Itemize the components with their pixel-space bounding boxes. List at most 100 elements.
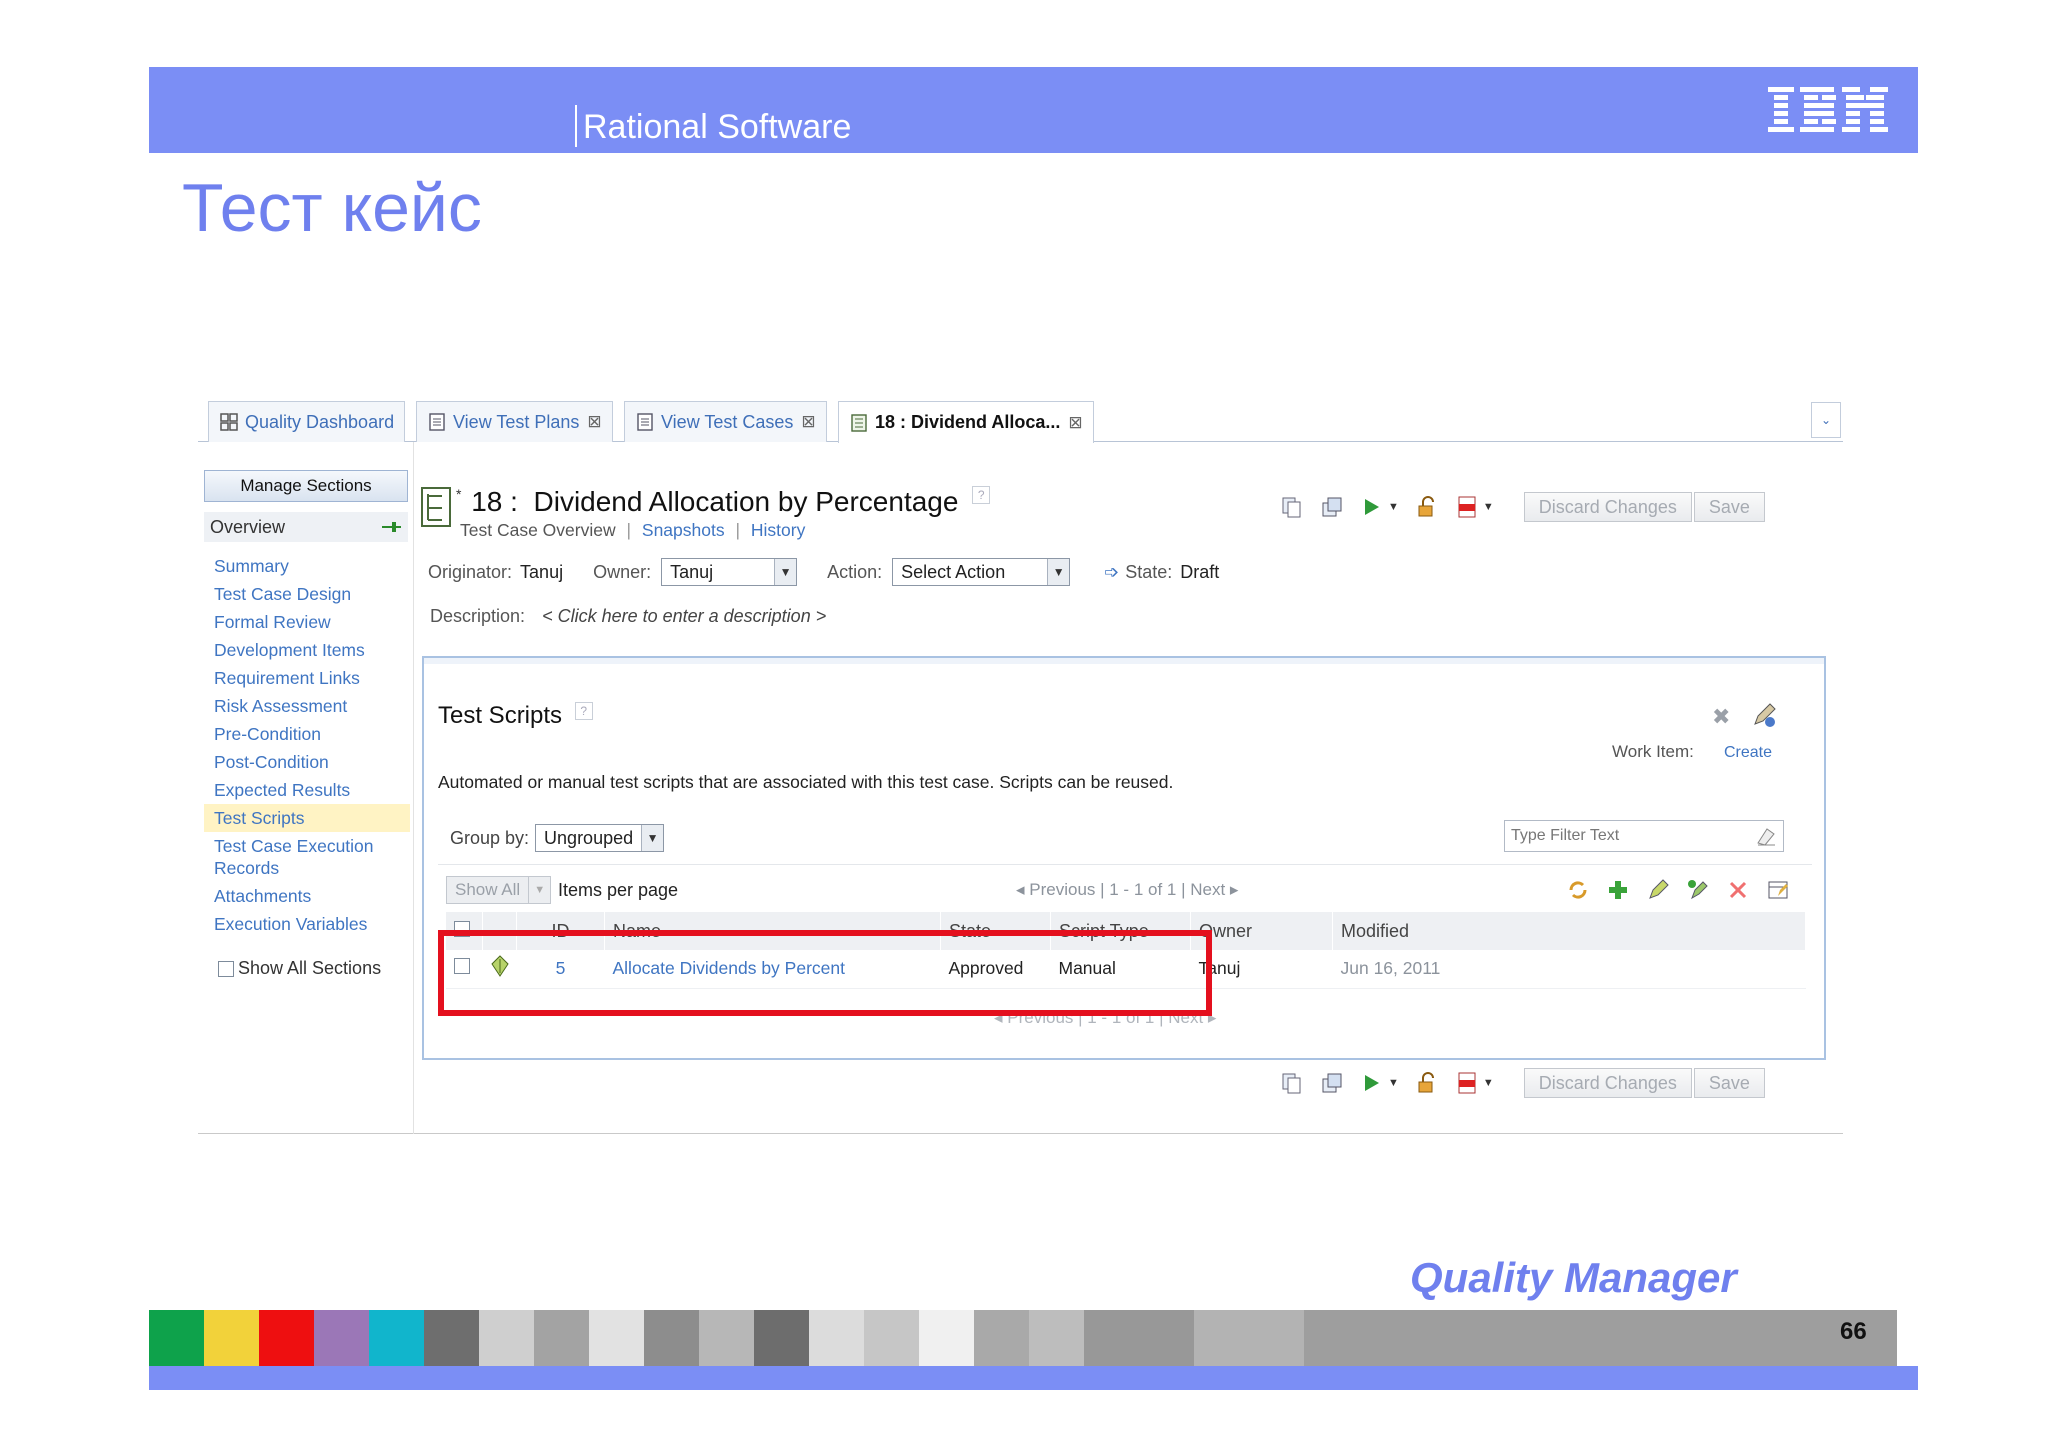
state-arrow-icon: ➩ — [1104, 561, 1120, 582]
history-link[interactable]: History — [751, 520, 805, 540]
duplicate-icon[interactable] — [1320, 495, 1344, 519]
footer-strip-segment — [1084, 1310, 1194, 1366]
description-label: Description: — [430, 606, 526, 626]
pdf-icon[interactable] — [1455, 1071, 1479, 1095]
description-row: Description: < Click here to enter a des… — [430, 606, 826, 627]
pin-icon[interactable] — [380, 519, 402, 535]
dashboard-icon — [220, 413, 238, 431]
footer-strip-segment — [754, 1310, 809, 1366]
state-label: State: — [1125, 561, 1173, 582]
state-value: Draft — [1180, 561, 1220, 582]
originator-label: Originator: — [428, 561, 513, 582]
group-by-select[interactable]: Ungrouped ▼ — [535, 824, 665, 852]
edit-pencil-icon[interactable] — [1750, 702, 1778, 730]
footer-strip-segment — [259, 1310, 314, 1366]
footer-strip-segment — [479, 1310, 534, 1366]
test-scripts-title: Test Scripts ? — [438, 702, 593, 730]
test-case-meta: Originator: Tanuj Owner: Tanuj ▼ Action: … — [428, 558, 1219, 586]
qm-window: Quality Dashboard View Test Plans ⊠ View… — [198, 400, 1843, 1134]
chevron-down-icon[interactable]: ▼ — [1388, 501, 1399, 513]
originator-value: Tanuj — [520, 561, 564, 582]
chevron-down-icon[interactable]: ▼ — [1483, 1077, 1494, 1089]
sidebar-item-development-items[interactable]: Development Items — [204, 636, 410, 664]
sidebar-item-test-case-design[interactable]: Test Case Design — [204, 580, 410, 608]
chevron-down-icon[interactable]: ▼ — [1388, 1077, 1399, 1089]
sidebar-item-execution-variables[interactable]: Execution Variables — [204, 910, 410, 938]
save-button[interactable]: Save — [1693, 1068, 1765, 1098]
help-icon[interactable]: ? — [574, 702, 593, 720]
test-case-name[interactable]: Dividend Allocation by Percentage — [534, 486, 959, 517]
footer-strip-segment — [534, 1310, 589, 1366]
tab-view-test-cases[interactable]: View Test Cases ⊠ — [624, 401, 827, 442]
sidebar-item-formal-review[interactable]: Formal Review — [204, 608, 410, 636]
run-icon[interactable] — [1360, 495, 1384, 519]
close-icon[interactable]: ⊠ — [587, 412, 601, 432]
pdf-icon[interactable] — [1455, 495, 1479, 519]
column-header-modified[interactable]: Modified — [1332, 912, 1806, 950]
close-icon[interactable]: ⊠ — [1068, 413, 1082, 433]
show-all-sections-toggle[interactable]: Show All Sections — [218, 958, 381, 979]
create-work-item-link[interactable]: Create — [1724, 744, 1772, 762]
chevron-down-icon[interactable]: ▼ — [1483, 501, 1494, 513]
add-icon[interactable] — [1606, 878, 1630, 902]
save-button[interactable]: Save — [1693, 492, 1765, 522]
sections-sidebar: Manage Sections Overview Summary Test Ca… — [198, 442, 414, 1134]
overview-header[interactable]: Overview — [204, 512, 408, 542]
footer-bar — [149, 1366, 1918, 1390]
sidebar-item-attachments[interactable]: Attachments — [204, 882, 410, 910]
discard-changes-button[interactable]: Discard Changes — [1523, 1068, 1692, 1098]
copy-icon[interactable] — [1280, 1071, 1304, 1095]
delete-icon[interactable] — [1726, 878, 1750, 902]
tab-list-menu-button[interactable]: ⌄ — [1811, 402, 1841, 438]
tab-quality-dashboard[interactable]: Quality Dashboard — [208, 401, 406, 442]
discard-changes-button[interactable]: Discard Changes — [1523, 492, 1692, 522]
sidebar-item-post-condition[interactable]: Post-Condition — [204, 748, 410, 776]
copy-icon[interactable] — [1280, 495, 1304, 519]
footer-color-strip — [149, 1310, 1918, 1366]
lock-icon[interactable] — [1415, 1071, 1439, 1095]
sidebar-item-summary[interactable]: Summary — [204, 552, 410, 580]
filter-input[interactable]: Type Filter Text — [1504, 820, 1784, 852]
lock-icon[interactable] — [1415, 495, 1439, 519]
duplicate-icon[interactable] — [1320, 1071, 1344, 1095]
chevron-down-icon: ▼ — [641, 825, 664, 851]
action-select[interactable]: Select Action ▼ — [892, 558, 1071, 586]
close-icon[interactable]: ⊠ — [801, 412, 815, 432]
show-all-sections-checkbox[interactable] — [218, 960, 234, 977]
eraser-icon[interactable] — [1755, 825, 1777, 847]
run-icon[interactable] — [1360, 1071, 1384, 1095]
description-input[interactable]: < Click here to enter a description > — [542, 606, 826, 626]
tab-label: View Test Cases — [661, 411, 794, 432]
test-scripts-description: Automated or manual test scripts that ar… — [438, 772, 1174, 792]
sidebar-item-requirement-links[interactable]: Requirement Links — [204, 664, 410, 692]
editor-toolbar-top: ▼ ▼ Discard Changes Save — [1280, 492, 1765, 522]
help-icon[interactable]: ? — [972, 486, 991, 504]
sidebar-item-pre-condition[interactable]: Pre-Condition — [204, 720, 410, 748]
footer-strip-segment — [424, 1310, 479, 1366]
sidebar-item-risk-assessment[interactable]: Risk Assessment — [204, 692, 410, 720]
divider — [438, 864, 1812, 865]
owner-select[interactable]: Tanuj ▼ — [661, 558, 798, 586]
filter-placeholder: Type Filter Text — [1511, 827, 1620, 844]
refresh-icon[interactable] — [1566, 878, 1590, 902]
chevron-down-icon: ▼ — [1047, 559, 1070, 585]
remove-icon[interactable]: ✖ — [1712, 704, 1730, 730]
testcase-icon — [851, 413, 867, 432]
sidebar-item-test-scripts[interactable]: Test Scripts — [204, 804, 410, 832]
show-all-select[interactable]: Show All ▼ — [446, 876, 552, 904]
link-script-icon[interactable] — [1686, 878, 1710, 902]
tab-view-test-plans[interactable]: View Test Plans ⊠ — [416, 401, 613, 442]
chevron-down-icon: ▼ — [774, 559, 797, 585]
footer-strip-segment — [809, 1310, 864, 1366]
editor-frame: Manage Sections Overview Summary Test Ca… — [198, 442, 1843, 1134]
footer-strip-segment — [974, 1310, 1029, 1366]
manage-sections-button[interactable]: Manage Sections — [204, 470, 408, 502]
row-modified: Jun 16, 2011 — [1332, 950, 1806, 989]
pager[interactable]: ◂ Previous | 1 - 1 of 1 | Next ▸ — [1016, 880, 1238, 900]
sidebar-item-test-case-execution-records[interactable]: Test Case Execution Records — [204, 832, 410, 882]
table-settings-icon[interactable] — [1766, 878, 1790, 902]
tab-test-case-18[interactable]: 18 : Dividend Alloca... ⊠ — [838, 401, 1094, 443]
sidebar-item-expected-results[interactable]: Expected Results — [204, 776, 410, 804]
add-script-icon[interactable] — [1646, 878, 1670, 902]
snapshots-link[interactable]: Snapshots — [642, 520, 725, 540]
